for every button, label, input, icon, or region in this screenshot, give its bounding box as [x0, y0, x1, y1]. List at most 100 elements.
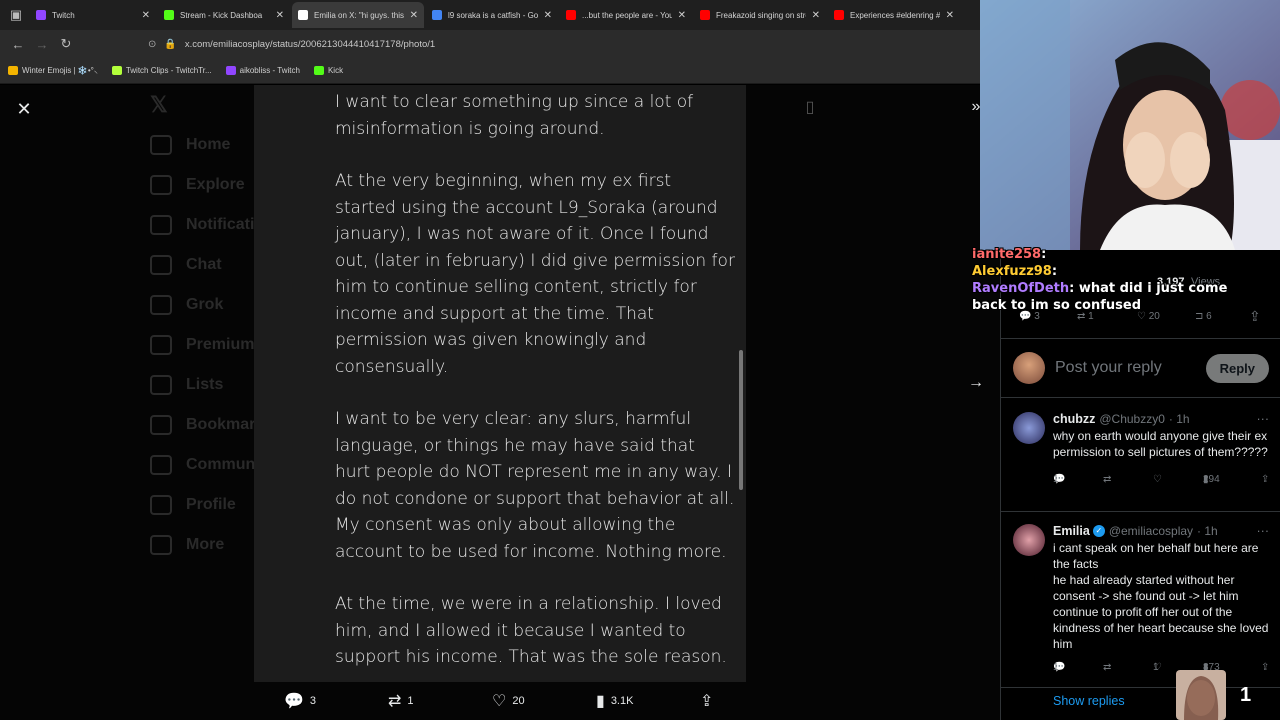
browser-tab[interactable]: ...but the people are - YouT ✕	[560, 2, 692, 28]
tab-close-icon[interactable]: ✕	[276, 10, 284, 21]
statement-paragraph: I want to clear something up since a lot…	[335, 92, 694, 139]
bookmark-icon	[8, 66, 18, 75]
comment-text: why on earth would anyone give their ex …	[1053, 429, 1268, 459]
comment-item[interactable]: Emilia ✓ @emiliacosplay · 1h ··· i cant …	[1001, 514, 1280, 688]
bookmark-label: aikobliss - Twitch	[239, 66, 300, 75]
tab-favicon-icon	[36, 10, 46, 20]
forward-icon[interactable]: →	[30, 32, 54, 56]
tab-close-icon[interactable]: ✕	[142, 10, 150, 21]
stat-share-icon[interactable]: ⇪	[1249, 308, 1261, 325]
browser-tab[interactable]: Experiences #eldenring #el ✕	[828, 2, 960, 28]
browser-tab[interactable]: Freakazoid singing on stre ✕	[694, 2, 826, 28]
tab-title: l9 soraka is a catfish - Goog	[448, 10, 538, 20]
statement-paragraph: I want to be very clear: any slurs, harm…	[335, 409, 735, 562]
comment-handle[interactable]: @emiliacosplay	[1109, 524, 1193, 538]
views-action[interactable]: ▮ 3.1K	[596, 691, 633, 711]
tab-close-icon[interactable]: ✕	[946, 10, 954, 21]
comment-like-icon[interactable]: ♡	[1153, 474, 1162, 485]
comment-reply-count: 1	[1053, 474, 1059, 485]
show-replies-link[interactable]: Show replies	[1053, 694, 1125, 708]
browser-tab[interactable]: l9 soraka is a catfish - Goog ✕	[426, 2, 558, 28]
comment-reply-icon[interactable]: 💬 1	[1053, 474, 1068, 485]
back-icon[interactable]: ←	[6, 32, 30, 56]
tab-favicon-icon	[298, 10, 308, 20]
views-icon: ▮	[596, 693, 605, 710]
close-icon[interactable]: ✕	[12, 97, 36, 121]
reply-button[interactable]: Reply	[1205, 353, 1269, 383]
reply-icon: 💬	[284, 693, 304, 710]
comment-views-icon[interactable]: ▮ 294	[1203, 474, 1220, 485]
view-count: 3.1K	[610, 695, 634, 707]
refresh-icon[interactable]: ↻	[54, 32, 78, 56]
nav-label: More	[186, 536, 225, 553]
tab-favicon-icon	[700, 10, 710, 20]
tab-favicon-icon	[834, 10, 844, 20]
more-icon[interactable]: ···	[1257, 524, 1270, 538]
x-photo-viewer-page: 𝕏 Home Explore Notifications Chat Grok Premium…	[0, 85, 1000, 720]
comment-share-icon[interactable]: ⇪	[1261, 474, 1269, 485]
comment-item[interactable]: chubzz @Chubzzy0 · 1h ··· why on earth w…	[1001, 402, 1280, 512]
bookmark-icon	[313, 66, 324, 75]
heart-icon: ♡	[492, 693, 507, 710]
tab-title: Twitch	[52, 10, 75, 20]
comment-reply-icon[interactable]: 💬 1	[1053, 662, 1068, 673]
comment-header: chubzz @Chubzzy0 · 1h ···	[1053, 412, 1269, 426]
browser-tab[interactable]: Stream - Kick Dashboa ✕	[158, 2, 290, 28]
comment-like-count: 1	[1153, 662, 1159, 673]
panel-toggle-icon[interactable]: ▯	[800, 97, 820, 117]
chat-text: :	[1041, 247, 1047, 262]
share-action[interactable]: ⇪	[700, 691, 719, 711]
chat-message: Alexfuzz98:	[972, 263, 1232, 280]
tab-strip: Twitch ✕ Stream - Kick Dashboa ✕ Emilia on X…	[28, 2, 960, 28]
chat-message: ianite258:	[972, 246, 1232, 263]
comment-handle[interactable]: @Chubzzy0	[1099, 412, 1165, 426]
comment-repost-icon[interactable]: ⇄	[1103, 474, 1111, 485]
repost-action[interactable]: ⇄ 1	[388, 691, 414, 711]
mini-cam-overlay	[1176, 670, 1226, 720]
bookmark-item[interactable]: Winter Emojis | ❄️•°⸜	[8, 65, 98, 76]
tab-close-icon[interactable]: ✕	[544, 10, 552, 21]
chat-username: ianite258	[972, 247, 1042, 262]
tab-title: Freakazoid singing on stre	[716, 10, 806, 20]
more-icon[interactable]: ···	[1257, 412, 1270, 426]
bookmark-item[interactable]: aikobliss - Twitch	[225, 66, 300, 75]
tab-close-icon[interactable]: ✕	[410, 10, 418, 21]
statement-paragraph: At the very beginning, when my ex first …	[335, 171, 735, 377]
tab-title: ...but the people are - YouT	[582, 10, 672, 20]
browser-tab[interactable]: Emilia on X: "hi guys. this w ✕	[292, 2, 424, 28]
comment-repost-icon[interactable]: ⇄	[1103, 662, 1111, 673]
comment-like-icon[interactable]: ♡ 1	[1153, 662, 1165, 673]
bookmark-item[interactable]: Twitch Clips - TwitchTr...	[111, 66, 212, 75]
site-info-icon[interactable]: ⊙	[148, 39, 156, 50]
reply-action[interactable]: 💬 3	[284, 691, 316, 711]
bookmark-item[interactable]: Kick	[313, 66, 343, 75]
tab-actions-icon[interactable]: ▣	[4, 3, 28, 27]
url-field[interactable]: ⊙ 🔒 x.com/emiliacosplay/status/200621304…	[148, 39, 435, 50]
nav-icon	[150, 255, 172, 275]
comment-time: · 1h	[1168, 412, 1190, 426]
lock-icon: 🔒	[164, 38, 177, 50]
reply-count: 3	[309, 695, 317, 707]
viewer-scrollbar[interactable]	[739, 350, 743, 490]
comment-share-icon[interactable]: ⇪	[1261, 662, 1269, 673]
next-arrow-icon[interactable]: →	[966, 373, 986, 393]
repost-icon: ⇄	[388, 693, 402, 710]
chat-text: :	[1051, 264, 1058, 279]
address-bar-row: ← → ↻ ⊙ 🔒 x.com/emiliacosplay/status/200…	[0, 30, 980, 58]
tab-close-icon[interactable]: ✕	[812, 10, 820, 21]
comment-text: i cant speak on her behalf but here are …	[1053, 541, 1269, 651]
nav-icon	[150, 215, 172, 235]
photo-action-bar: 💬 3 ⇄ 1 ♡ 20 ▮ 3.1K ⇪	[254, 685, 746, 717]
user-avatar	[1013, 352, 1045, 384]
comment-author[interactable]: Emilia	[1053, 524, 1090, 538]
like-action[interactable]: ♡ 20	[492, 691, 525, 711]
nav-icon	[150, 375, 172, 395]
verified-badge-icon: ✓	[1092, 525, 1105, 537]
tab-close-icon[interactable]: ✕	[678, 10, 686, 21]
browser-tab[interactable]: Twitch ✕	[30, 2, 156, 28]
comment-author[interactable]: chubzz	[1053, 412, 1095, 426]
nav-icon	[150, 335, 172, 355]
bookmarks-bar: Winter Emojis | ❄️•°⸜ Twitch Clips - Twit…	[0, 58, 980, 84]
reply-input[interactable]: Post your reply	[1055, 359, 1206, 377]
comment-reply-count: 1	[1053, 662, 1059, 673]
